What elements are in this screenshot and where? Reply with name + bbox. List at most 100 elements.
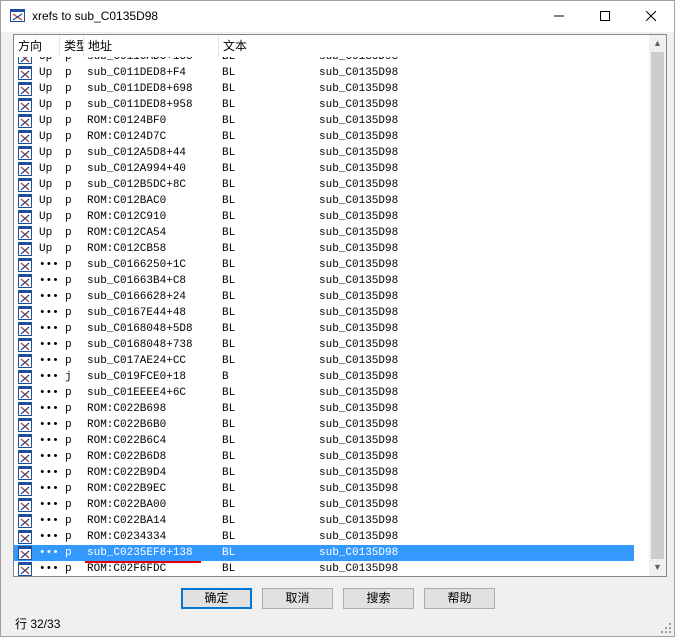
cell-type: p <box>65 291 72 303</box>
cell-direction: ••• <box>39 499 59 511</box>
cell-text: BL <box>222 227 236 239</box>
help-button[interactable]: 帮助 <box>424 588 495 609</box>
cell-direction: ••• <box>39 531 59 543</box>
table-row[interactable]: ••• p sub_C0168048+5D8 BL sub_C0135D98 <box>14 321 634 337</box>
window-title: xrefs to sub_C0135D98 <box>32 9 159 23</box>
cell-address: ROM:C022B6D8 <box>87 451 167 463</box>
cell-type: p <box>65 403 72 415</box>
ok-button[interactable]: 确定 <box>181 588 252 609</box>
table-row[interactable]: Up p ROM:C012CB58 BL sub_C0135D98 <box>14 241 634 257</box>
close-button[interactable] <box>628 1 674 30</box>
table-row[interactable]: ••• p sub_C0167E44+48 BL sub_C0135D98 <box>14 305 634 321</box>
table-row[interactable]: ••• p ROM:C022B698 BL sub_C0135D98 <box>14 401 634 417</box>
table-row[interactable]: ••• p sub_C0166250+1C BL sub_C0135D98 <box>14 257 634 273</box>
minimize-button[interactable] <box>536 1 582 30</box>
title-bar[interactable]: xrefs to sub_C0135D98 <box>1 1 674 32</box>
xref-list[interactable]: 方向 类型 地址 文本 Uppsub_C0110ADC+138BLsub_C01… <box>13 34 667 577</box>
column-header-text[interactable]: 文本 <box>219 35 634 57</box>
cell-text: BL <box>222 275 236 287</box>
resize-grip-icon[interactable] <box>660 622 672 634</box>
xref-entry-icon <box>18 546 32 560</box>
cell-type: p <box>65 323 72 335</box>
cell-address: ROM:C022B9EC <box>87 483 167 495</box>
table-row[interactable]: Up p ROM:C012C910 BL sub_C0135D98 <box>14 209 634 225</box>
table-row[interactable]: Up p sub_C011DED8+698 BL sub_C0135D98 <box>14 81 634 97</box>
cell-type: p <box>65 195 72 207</box>
cell-direction: Up <box>39 147 53 159</box>
table-row[interactable]: ••• p sub_C017AE24+CC BL sub_C0135D98 <box>14 353 634 369</box>
cell-direction: ••• <box>39 387 59 399</box>
table-row[interactable]: ••• p sub_C01663B4+C8 BL sub_C0135D98 <box>14 273 634 289</box>
scroll-down-arrow-icon[interactable]: ▼ <box>649 559 666 576</box>
cell-address: ROM:C0124BF0 <box>87 115 167 127</box>
cell-address: sub_C0235EF8+138 <box>87 547 193 559</box>
table-row[interactable]: ••• p ROM:C022B9D4 BL sub_C0135D98 <box>14 465 634 481</box>
cell-target: sub_C0135D98 <box>319 291 399 303</box>
scroll-thumb[interactable] <box>651 52 664 559</box>
search-button[interactable]: 搜索 <box>343 588 414 609</box>
cell-direction: Up <box>39 115 53 127</box>
table-row[interactable]: Up p ROM:C0124D7C BL sub_C0135D98 <box>14 129 634 145</box>
table-row[interactable]: ••• p ROM:C022B6C4 BL sub_C0135D98 <box>14 433 634 449</box>
vertical-scrollbar[interactable]: ▲ ▼ <box>649 35 666 576</box>
cell-type: p <box>65 115 72 127</box>
cell-type: p <box>65 147 72 159</box>
table-row[interactable]: Up p sub_C0110ADC+138 BL sub_C0135D98 <box>14 57 634 65</box>
xref-entry-icon <box>18 114 32 128</box>
cell-address: ROM:C022B698 <box>87 403 167 415</box>
cell-text: BL <box>222 195 236 207</box>
cell-target: sub_C0135D98 <box>319 211 399 223</box>
cell-address: ROM:C012CA54 <box>87 227 167 239</box>
cell-direction: Up <box>39 67 53 79</box>
cell-target: sub_C0135D98 <box>319 323 399 335</box>
table-row-selected[interactable]: ••• p sub_C0235EF8+138 BL sub_C0135D98 <box>14 545 634 561</box>
table-row[interactable]: ••• p ROM:C022BA14 BL sub_C0135D98 <box>14 513 634 529</box>
table-row[interactable]: ••• p ROM:C022B6D8 BL sub_C0135D98 <box>14 449 634 465</box>
xref-entry-icon <box>18 370 32 384</box>
table-row[interactable]: Up p sub_C011DED8+958 BL sub_C0135D98 <box>14 97 634 113</box>
cell-text: BL <box>222 547 236 559</box>
cell-type: p <box>65 243 72 255</box>
table-row[interactable]: ••• p sub_C0166628+24 BL sub_C0135D98 <box>14 289 634 305</box>
maximize-button[interactable] <box>582 1 628 30</box>
table-row[interactable]: ••• p ROM:C02F6FDC BL sub_C0135D98 <box>14 561 634 576</box>
cell-address: sub_C0166250+1C <box>87 259 187 271</box>
cancel-button[interactable]: 取消 <box>262 588 333 609</box>
list-rows: Up p sub_C0110ADC+138 BL sub_C0135D98 Up p sub_… <box>14 57 634 576</box>
cell-direction: Up <box>39 131 53 143</box>
table-row[interactable]: Up p ROM:C012BAC0 BL sub_C0135D98 <box>14 193 634 209</box>
cell-address: sub_C0110ADC+138 <box>87 57 193 63</box>
cell-address: sub_C0167E44+48 <box>87 307 187 319</box>
table-row[interactable]: Up p sub_C012B5DC+8C BL sub_C0135D98 <box>14 177 634 193</box>
close-icon <box>646 10 656 21</box>
table-row[interactable]: ••• p ROM:C0234334 BL sub_C0135D98 <box>14 529 634 545</box>
cell-address: sub_C012A5D8+44 <box>87 147 187 159</box>
table-row[interactable]: Up p sub_C011DED8+F4 BL sub_C0135D98 <box>14 65 634 81</box>
xref-entry-icon <box>18 194 32 208</box>
table-row[interactable]: ••• j sub_C019FCE0+18 Bsub_C0135D98 <box>14 369 634 385</box>
scroll-up-arrow-icon[interactable]: ▲ <box>649 35 666 52</box>
cell-address: ROM:C022B6C4 <box>87 435 167 447</box>
minimize-icon <box>554 15 564 16</box>
xrefs-dialog: xrefs to sub_C0135D98 方向 类型 地址 文本 Uppsub… <box>0 0 675 637</box>
table-row[interactable]: Up p ROM:C012CA54 BL sub_C0135D98 <box>14 225 634 241</box>
xref-entry-icon <box>18 66 32 80</box>
table-row[interactable]: Up p ROM:C0124BF0 BL sub_C0135D98 <box>14 113 634 129</box>
table-row[interactable]: ••• p sub_C01EEEE4+6C BL sub_C0135D98 <box>14 385 634 401</box>
table-row[interactable]: ••• p ROM:C022BA00 BL sub_C0135D98 <box>14 497 634 513</box>
column-header-type[interactable]: 类型 <box>60 35 84 57</box>
column-header-address[interactable]: 地址 <box>84 35 219 57</box>
table-row[interactable]: ••• p ROM:C022B9EC BL sub_C0135D98 <box>14 481 634 497</box>
cell-direction: Up <box>39 99 53 111</box>
cell-direction: ••• <box>39 467 59 479</box>
cell-type: p <box>65 99 72 111</box>
table-row[interactable]: ••• p sub_C0168048+738 BL sub_C0135D98 <box>14 337 634 353</box>
cell-direction: Up <box>39 57 53 63</box>
column-header-direction[interactable]: 方向 <box>14 35 60 57</box>
cell-address: sub_C019FCE0+18 <box>87 371 187 383</box>
table-row[interactable]: Up p sub_C012A5D8+44 BL sub_C0135D98 <box>14 145 634 161</box>
table-row[interactable]: Up p sub_C012A994+40 BL sub_C0135D98 <box>14 161 634 177</box>
cell-direction: ••• <box>39 323 59 335</box>
table-row[interactable]: ••• p ROM:C022B6B0 BL sub_C0135D98 <box>14 417 634 433</box>
cell-address: ROM:C0124D7C <box>87 131 167 143</box>
